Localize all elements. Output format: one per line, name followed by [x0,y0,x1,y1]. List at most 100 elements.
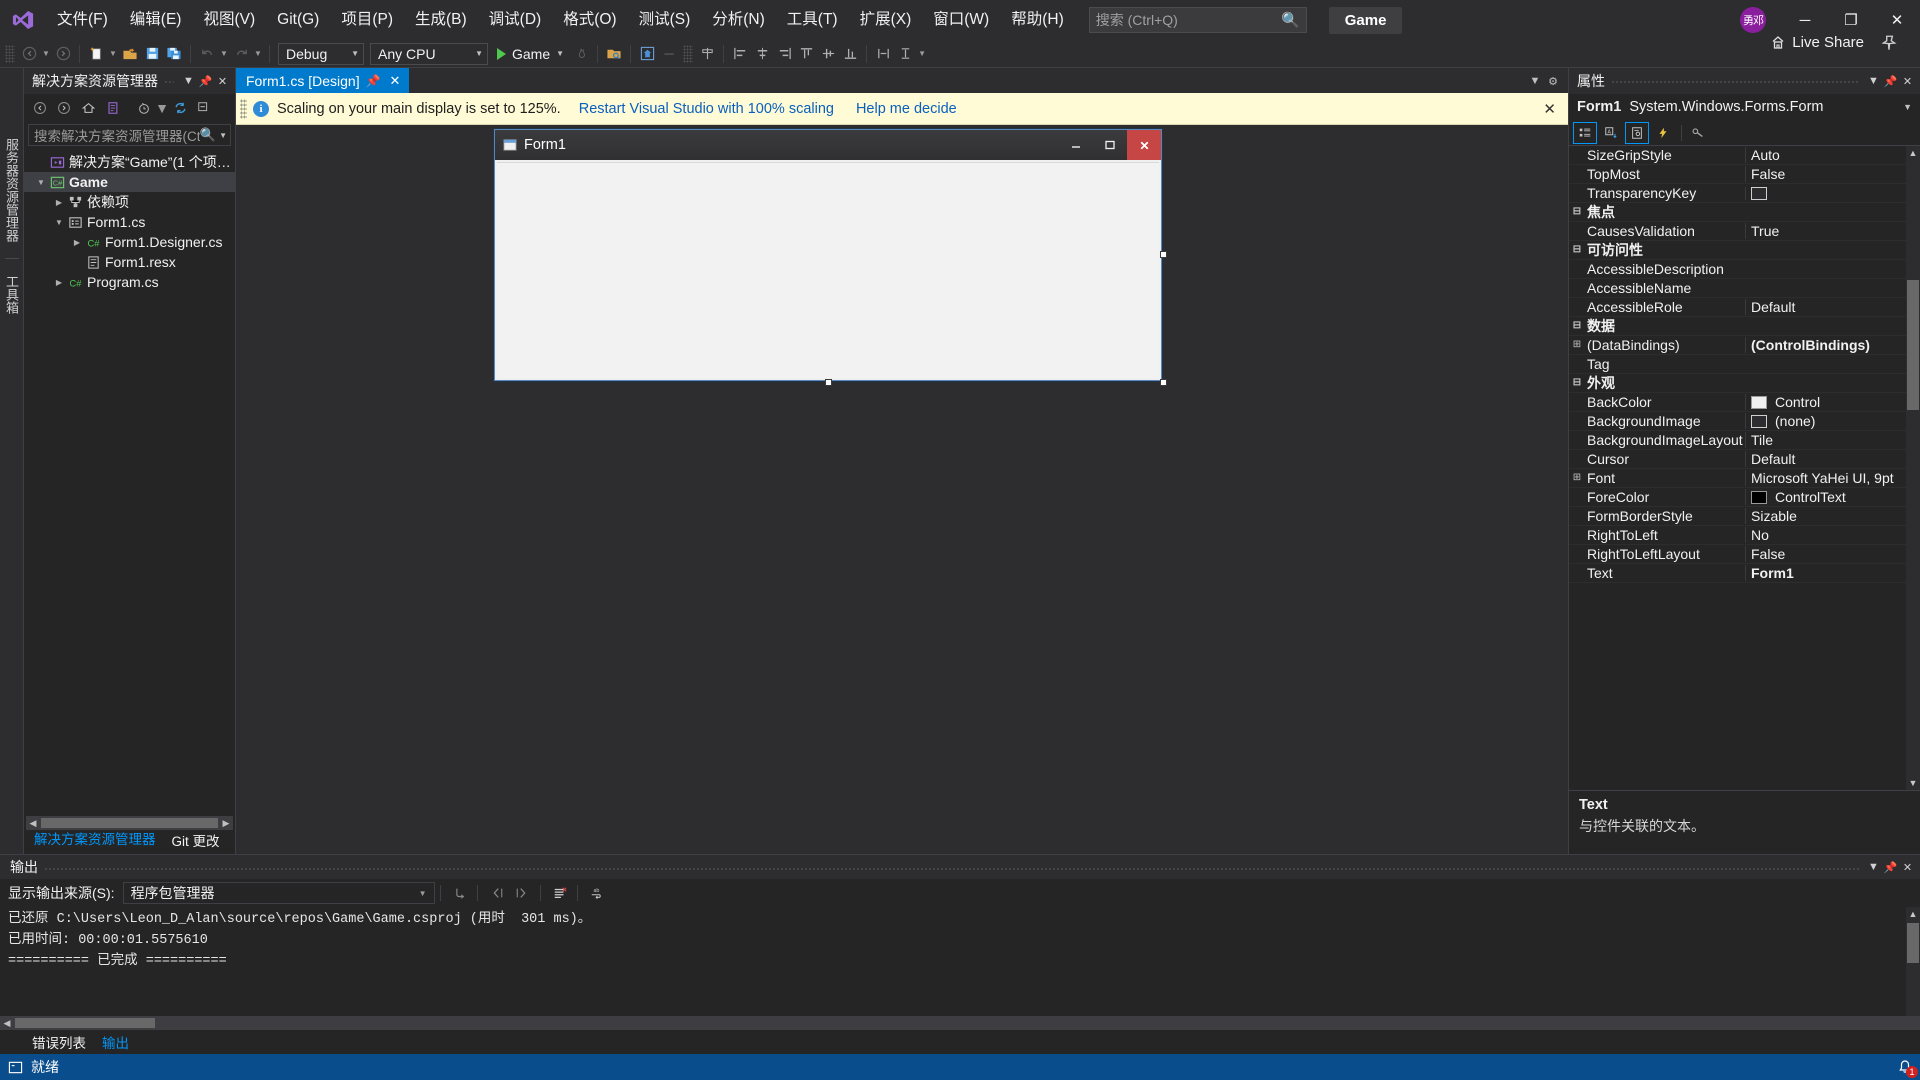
scroll-track[interactable] [1906,160,1920,776]
scroll-thumb[interactable] [1907,280,1919,410]
align-centers-icon[interactable] [751,43,773,65]
property-value[interactable]: (ControlBindings) [1745,337,1920,353]
scroll-up-icon[interactable]: ▲ [1909,907,1918,921]
category-expander[interactable]: ⊟ [1569,321,1585,331]
property-row[interactable]: AccessibleRole Default [1569,298,1920,317]
property-value[interactable]: (none) [1745,413,1920,429]
pin-icon[interactable]: 📌 [366,74,381,88]
align-bottoms-icon[interactable] [839,43,861,65]
output-vscrollbar[interactable]: ▲ [1906,907,1920,1016]
property-value[interactable]: Auto [1745,147,1920,163]
menu-edit[interactable]: 编辑(E) [119,0,193,40]
sync-with-active-document-icon[interactable] [100,97,124,119]
tree-twisty-open[interactable]: ▼ [52,218,66,227]
chevron-down-icon[interactable]: ▼ [216,131,227,140]
document-tab-form1-design[interactable]: Form1.cs [Design] 📌 ✕ [236,68,410,93]
scroll-right-icon[interactable]: ▶ [219,818,233,829]
tab-error-list[interactable]: 错误列表 [24,1030,94,1054]
back-dropdown-icon[interactable]: ▼ [40,43,52,65]
properties-grid[interactable]: SizeGripStyle Auto TopMost False Transpare… [1569,146,1920,790]
property-value[interactable]: True [1745,223,1920,239]
help-me-decide-link[interactable]: Help me decide [856,101,957,117]
close-icon[interactable]: ✕ [1537,100,1562,118]
property-row[interactable]: TransparencyKey [1569,184,1920,203]
categorized-icon[interactable] [1573,121,1597,144]
jump-to-message-icon[interactable] [448,882,472,904]
scroll-thumb[interactable] [1907,923,1919,963]
output-hscrollbar[interactable]: ◀ [0,1016,1920,1030]
align-to-grid-icon[interactable]: ─ [658,43,680,65]
resize-handle-right[interactable] [1160,251,1167,258]
property-pages-icon[interactable] [1686,122,1710,144]
scroll-thumb[interactable] [15,1018,155,1028]
tree-twisty-closed[interactable]: ▶ [52,198,66,207]
gear-icon[interactable]: ⚙ [1544,69,1562,93]
menu-window[interactable]: 窗口(W) [922,0,1000,40]
property-row[interactable]: BackgroundImageLayout Tile [1569,431,1920,450]
category-expander[interactable]: ⊟ [1569,378,1585,388]
property-value[interactable]: False [1745,166,1920,182]
chevron-down-icon[interactable]: ▼ [155,97,169,119]
properties-object-selector[interactable]: Form1 System.Windows.Forms.Form ▼ [1569,94,1920,120]
tree-item-form1-designer-cs[interactable]: ▶ C# Form1.Designer.cs [24,232,235,252]
property-row[interactable]: RightToLeftLayout False [1569,545,1920,564]
clear-all-icon[interactable] [548,882,572,904]
undo-dropdown-icon[interactable]: ▼ [218,43,230,65]
tree-twisty-closed[interactable]: ▶ [52,278,66,287]
menu-project[interactable]: 项目(P) [330,0,404,40]
property-row[interactable]: BackgroundImage (none) [1569,412,1920,431]
toggle-wordwrap-icon[interactable]: ab [585,882,609,904]
property-category[interactable]: ⊟ 数据 [1569,317,1920,336]
close-icon[interactable] [1127,130,1161,160]
tab-output[interactable]: 输出 [94,1030,137,1054]
next-message-icon[interactable] [511,882,535,904]
refresh-icon[interactable] [168,97,192,119]
redo-icon[interactable] [230,43,252,65]
back-icon[interactable] [28,97,52,119]
toolbar-grip[interactable] [683,44,694,63]
tree-item-project-game[interactable]: ▼ C# Game [24,172,235,192]
minimize-icon[interactable] [1059,130,1093,160]
property-row-text[interactable]: Text Form1 [1569,564,1920,583]
pending-changes-icon[interactable] [132,97,156,119]
property-row[interactable]: Tag [1569,355,1920,374]
close-icon[interactable]: ✕ [387,73,404,89]
tab-solution-explorer[interactable]: 解决方案资源管理器 [26,826,164,854]
previous-message-icon[interactable] [485,882,509,904]
pin-icon[interactable]: 📌 [1882,857,1899,877]
collapse-all-icon[interactable] [192,97,216,119]
row-expander[interactable]: ⊞ [1569,340,1585,350]
forward-icon[interactable] [52,97,76,119]
output-source-combo[interactable]: 程序包管理器 ▼ [122,882,435,904]
property-value[interactable]: Default [1745,299,1920,315]
alphabetical-icon[interactable]: A [1599,122,1623,144]
tree-item-dependencies[interactable]: ▶ 依赖项 [24,192,235,212]
vertical-tab-server-explorer[interactable]: 服务器资源管理器 [0,128,24,252]
resize-handle-corner[interactable] [1160,379,1167,386]
align-right-edges-icon[interactable] [773,43,795,65]
home-icon[interactable] [76,97,100,119]
pin-icon[interactable]: 📌 [1882,71,1899,91]
properties-scrollbar[interactable]: ▲ ▼ [1906,146,1920,790]
property-row[interactable]: TopMost False [1569,165,1920,184]
design-form-form1[interactable]: Form1 [494,129,1162,381]
align-left-edges-icon[interactable] [729,43,751,65]
category-expander[interactable]: ⊟ [1569,207,1585,217]
forward-arrow-icon[interactable] [52,43,74,65]
menu-git[interactable]: Git(G) [266,0,330,40]
property-row[interactable]: RightToLeft No [1569,526,1920,545]
properties-page-icon[interactable] [1625,121,1649,144]
menu-test[interactable]: 测试(S) [628,0,702,40]
winforms-designer-surface[interactable]: Form1 [236,125,1568,854]
property-category[interactable]: ⊟ 可访问性 [1569,241,1920,260]
property-value[interactable]: Sizable [1745,508,1920,524]
menu-extensions[interactable]: 扩展(X) [849,0,923,40]
bell-icon[interactable]: 1 [1890,1054,1920,1080]
close-icon[interactable]: ✕ [1899,71,1916,91]
tree-twisty-closed[interactable]: ▶ [70,238,84,247]
open-file-icon[interactable] [119,43,141,65]
platform-combo[interactable]: Any CPU ▼ [370,42,488,65]
property-row[interactable]: SizeGripStyle Auto [1569,146,1920,165]
undo-icon[interactable] [196,43,218,65]
new-item-icon[interactable] [85,43,107,65]
